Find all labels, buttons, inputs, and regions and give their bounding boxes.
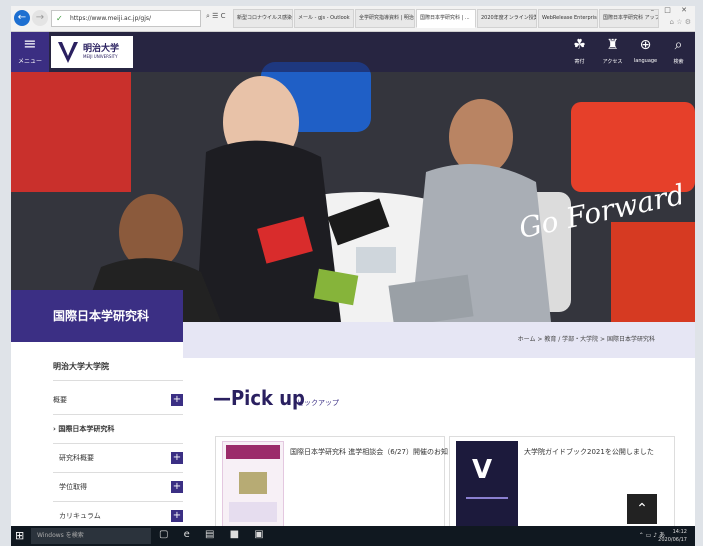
- taskbar-search[interactable]: Windows を検索: [31, 528, 151, 544]
- nav-language-label: language: [633, 58, 658, 64]
- windows-start-icon[interactable]: ⊞: [15, 529, 24, 542]
- section-title: 国際日本学研究科: [11, 290, 183, 342]
- expand-plus-icon[interactable]: +: [171, 394, 183, 406]
- back-arrow-icon: ←: [17, 12, 27, 23]
- browser-tab[interactable]: 全学研究指導資料 | 明治...: [355, 9, 415, 28]
- menu-button[interactable]: ≡ メニュー: [11, 32, 49, 72]
- hero-image: ≡ メニュー 明治大学 MEIJI UNIVERSITY ☘ 寄付 ♜ アクセス: [11, 32, 695, 322]
- search-icon: ⌕: [674, 37, 683, 53]
- breadcrumb-band: ホーム > 教育 / 学部・大学院 > 国際日本学研究科: [183, 322, 695, 358]
- globe-icon: ⊕: [639, 37, 652, 53]
- nav-search[interactable]: ⌕ 検索: [662, 32, 695, 72]
- menu-label: メニュー: [17, 58, 42, 65]
- hero-photo: [11, 32, 695, 322]
- nav-access[interactable]: ♜ アクセス: [596, 32, 629, 72]
- sidebar-item-label: カリキュラム: [59, 512, 101, 520]
- sidebar-item-current[interactable]: › 国際日本学研究科: [53, 415, 183, 444]
- sidebar-item-degree[interactable]: 学位取得 +: [53, 473, 183, 502]
- tab-strip: 新型コロナウイルス感染症...メール - gjs - Outlook全学研究指導…: [233, 9, 660, 29]
- meiji-logo-icon: V: [472, 455, 493, 485]
- browser-tab[interactable]: WebRelease Enterprise...: [538, 9, 598, 28]
- pickup-title: —Pick up: [213, 386, 305, 410]
- meiji-logo-icon: [58, 42, 78, 63]
- flyer-header-band: [226, 445, 280, 459]
- flyer-text-block: [229, 502, 277, 522]
- pickup-card-text: 国際日本学研究科 進学相談会（6/27）開催のお知らせ: [290, 448, 462, 456]
- windows-taskbar: ⊞ Windows を検索 ▢ e ▤ ■ ▣ ⌃ ▭ ♪ あ 14:12 20…: [11, 526, 695, 546]
- back-to-top-button[interactable]: ⌃: [627, 494, 657, 524]
- hamburger-icon: ≡: [23, 34, 37, 53]
- nav-donation-label: 寄付: [574, 59, 585, 65]
- clock-time: 14:12: [672, 529, 687, 535]
- browser-tab[interactable]: 国際日本学研究科 | ...: [416, 9, 476, 28]
- sidebar-item-label: 研究科概要: [59, 454, 94, 462]
- clock-date: 2020/06/17: [658, 537, 687, 543]
- forward-arrow-icon: →: [35, 12, 45, 23]
- guidebook-thumbnail: V: [456, 441, 518, 533]
- browser-chrome: ← → ✓ https://www.meiji.ac.jp/gjs/ ⌕ ☰ C…: [11, 6, 695, 32]
- browser-tab[interactable]: 2020年度オンライン授業...: [477, 9, 537, 28]
- pickup-card[interactable]: 国際日本学研究科 進学相談会（6/27）開催のお知らせ: [215, 436, 462, 534]
- sidebar-item-program-outline[interactable]: 研究科概要 +: [53, 444, 183, 473]
- chevron-up-icon: ⌃: [636, 501, 648, 517]
- flyer-photo: [239, 472, 267, 494]
- main-content: —Pick up ピックアップ 国際日本学研究科 進学相談会（6/27）開催のお…: [201, 358, 695, 534]
- browser-window: ← → ✓ https://www.meiji.ac.jp/gjs/ ⌕ ☰ C…: [11, 6, 695, 534]
- address-url: https://www.meiji.ac.jp/gjs/: [70, 15, 152, 22]
- nav-search-label: 検索: [673, 59, 684, 65]
- taskbar-apps[interactable]: ▢ e ▤ ■ ▣: [159, 529, 270, 540]
- favorites-icons[interactable]: ⌂ ☆ ⚙: [670, 18, 691, 26]
- expand-plus-icon[interactable]: +: [171, 510, 183, 522]
- expand-plus-icon[interactable]: +: [171, 452, 183, 464]
- taskbar-clock[interactable]: 14:12 2020/06/17: [658, 528, 687, 544]
- browser-tab[interactable]: メール - gjs - Outlook: [294, 9, 354, 28]
- sprout-icon: ☘: [573, 37, 586, 53]
- guidebook-rule: [466, 497, 508, 499]
- sidebar-item-overview[interactable]: 概要 +: [53, 386, 183, 415]
- building-icon: ♜: [606, 37, 619, 53]
- site-header: ≡ メニュー 明治大学 MEIJI UNIVERSITY ☘ 寄付 ♜ アクセス: [11, 32, 695, 72]
- flyer-thumbnail: [222, 441, 284, 533]
- sidebar-heading[interactable]: 明治大学大学院: [53, 352, 183, 381]
- expand-plus-icon[interactable]: +: [171, 481, 183, 493]
- nav-donation[interactable]: ☘ 寄付: [563, 32, 596, 72]
- browser-tab[interactable]: 新型コロナウイルス感染症...: [233, 9, 293, 28]
- nav-language[interactable]: ⊕ language: [629, 32, 662, 72]
- sidebar-item-label: 学位取得: [59, 483, 87, 491]
- nav-access-label: アクセス: [602, 59, 623, 65]
- window-controls[interactable]: – □ ✕: [651, 6, 691, 14]
- sidebar-item-label: 国際日本学研究科: [58, 425, 115, 433]
- forward-button[interactable]: →: [32, 10, 48, 26]
- lock-icon: ✓: [56, 14, 63, 23]
- logo-text-en: MEIJI UNIVERSITY: [83, 54, 118, 59]
- sidebar-item-label: 概要: [53, 396, 67, 404]
- pickup-card-text: 大学院ガイドブック2021を公開しました: [524, 448, 654, 456]
- university-logo[interactable]: 明治大学 MEIJI UNIVERSITY: [51, 36, 133, 68]
- pickup-subtitle: ピックアップ: [297, 399, 339, 407]
- header-nav: ☘ 寄付 ♜ アクセス ⊕ language ⌕ 検索: [563, 32, 695, 72]
- sidebar-menu: 明治大学大学院 概要 + › 国際日本学研究科 研究科概要 + 学位取得 + カ…: [11, 342, 183, 534]
- back-button[interactable]: ←: [14, 10, 30, 26]
- address-tools[interactable]: ⌕ ☰ C: [206, 12, 226, 21]
- address-bar[interactable]: ✓ https://www.meiji.ac.jp/gjs/: [51, 10, 201, 27]
- breadcrumb[interactable]: ホーム > 教育 / 学部・大学院 > 国際日本学研究科: [518, 334, 655, 343]
- logo-text-jp: 明治大学: [83, 44, 120, 54]
